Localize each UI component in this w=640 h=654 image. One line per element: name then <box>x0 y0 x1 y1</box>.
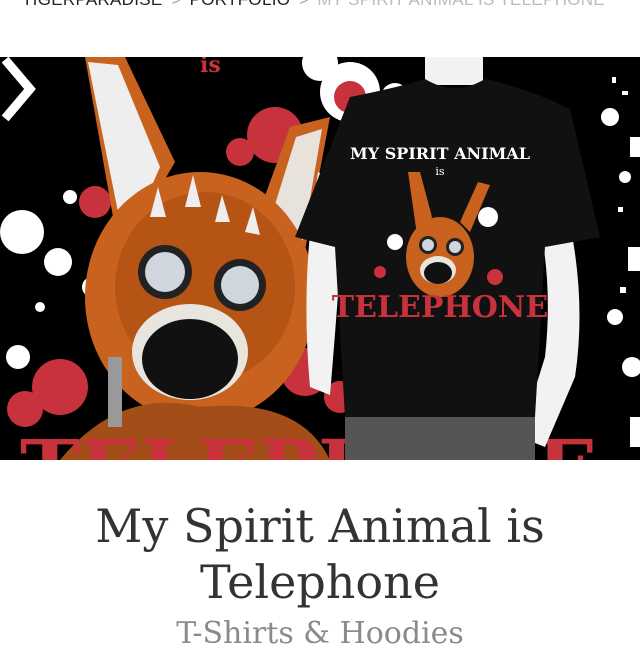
product-image: TELEPHONE is MY SPIRIT ANIMAL is <box>0 57 640 460</box>
artwork-top-text: is <box>200 57 221 78</box>
breadcrumb-item-current: MY SPIRIT ANIMAL IS TELEPHONE <box>317 0 605 10</box>
breadcrumb-separator: > <box>171 0 181 9</box>
product-title: My Spirit Animal is Telephone <box>0 498 640 610</box>
chevron-right-icon[interactable] <box>0 57 36 121</box>
breadcrumb-item-portfolio[interactable]: PORTFOLIO <box>190 0 291 10</box>
product-image-carousel[interactable]: TELEPHONE is MY SPIRIT ANIMAL is <box>0 57 640 460</box>
breadcrumb: TIGERPARADISE > PORTFOLIO > MY SPIRIT AN… <box>22 0 605 11</box>
product-category[interactable]: T-Shirts & Hoodies <box>0 614 640 654</box>
breadcrumb-separator: > <box>299 0 309 9</box>
breadcrumb-item-shop[interactable]: TIGERPARADISE <box>22 0 163 10</box>
product-title-line1: My Spirit Animal is <box>95 499 545 553</box>
product-title-line2: Telephone <box>200 555 440 609</box>
shirt-text-line3: TELEPHONE <box>332 290 548 325</box>
shirt-text-line2: is <box>435 165 445 178</box>
shirt-text-line1: MY SPIRIT ANIMAL <box>350 144 530 163</box>
